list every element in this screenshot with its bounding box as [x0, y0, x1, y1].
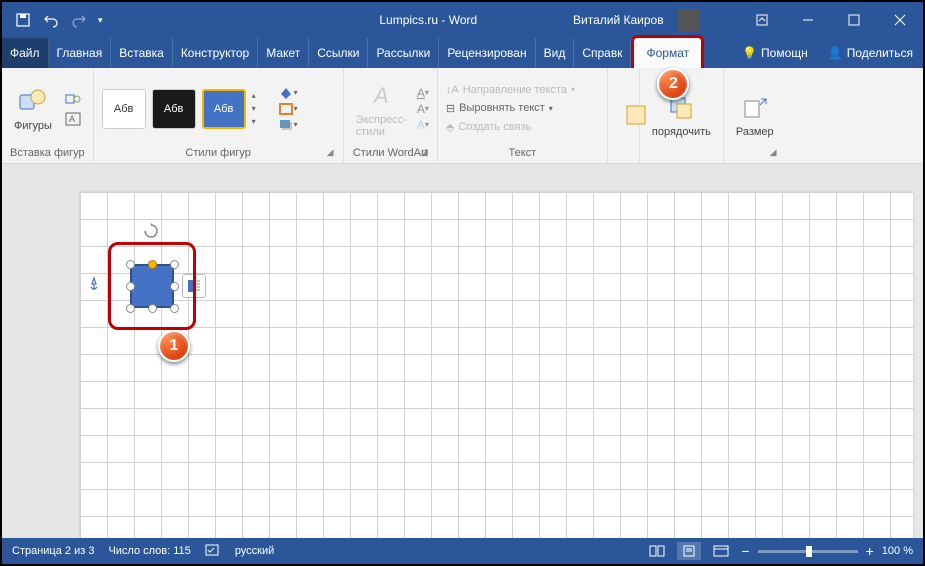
maximize-button[interactable]: [831, 2, 877, 38]
zoom-level[interactable]: 100 %: [882, 545, 913, 557]
text-outline-button[interactable]: A▾: [417, 102, 429, 116]
tab-layout[interactable]: Макет: [258, 38, 309, 68]
shape-fill-button[interactable]: ▾: [278, 86, 298, 100]
tab-home[interactable]: Главная: [49, 38, 112, 68]
wordart-quick-styles[interactable]: A Экспресс- стили: [352, 78, 411, 140]
zoom-slider[interactable]: [758, 550, 858, 553]
group-shape-styles: Абв Абв Абв ▴▾▾ ▾ ▾ ▾ Стили фигур ◢: [94, 68, 344, 163]
print-layout-icon[interactable]: [677, 542, 701, 560]
zoom-out-button[interactable]: −: [741, 543, 749, 559]
tab-design[interactable]: Конструктор: [173, 38, 258, 68]
statusbar: Страница 2 из 3 Число слов: 115 русский …: [2, 538, 923, 564]
shape-effects-button[interactable]: ▾: [278, 118, 298, 132]
document-area[interactable]: 1: [2, 164, 923, 538]
create-link-button[interactable]: ⬘Создать связь: [446, 120, 575, 135]
callout-highlight-1: [108, 242, 196, 330]
tab-format[interactable]: Формат: [631, 35, 704, 68]
anchor-icon: [90, 276, 106, 297]
text-direction-icon: ↕A: [446, 84, 459, 96]
style-gallery-more[interactable]: ▴▾▾: [252, 91, 266, 126]
group-text: ↕AНаправление текста▾ ⊟Выровнять текст▾ …: [438, 68, 608, 163]
style-preset-1[interactable]: Абв: [102, 89, 146, 129]
group-size: Размер ◢: [724, 68, 786, 163]
size-button[interactable]: Размер: [732, 90, 778, 140]
style-preset-3[interactable]: Абв: [202, 89, 246, 129]
ribbon-tabs: Файл Главная Вставка Конструктор Макет С…: [2, 38, 923, 68]
text-effects-button[interactable]: A▾: [417, 118, 429, 132]
group-label: Стили WordArt: [352, 145, 429, 161]
tab-view[interactable]: Вид: [536, 38, 575, 68]
share-button[interactable]: 👤 Поделиться: [818, 38, 923, 68]
word-count[interactable]: Число слов: 115: [108, 545, 190, 557]
lightbulb-icon: 💡: [742, 46, 757, 60]
tab-help[interactable]: Справк: [574, 38, 631, 68]
group-insert-shapes: Фигуры A Вставка фигур: [2, 68, 94, 163]
style-preset-2[interactable]: Абв: [152, 89, 196, 129]
redo-icon[interactable]: [70, 11, 88, 29]
link-icon: ⬘: [446, 121, 454, 134]
page: 1: [80, 192, 913, 538]
tell-me-button[interactable]: 💡 Помощн: [732, 38, 818, 68]
ribbon-options-icon[interactable]: [739, 2, 785, 38]
close-button[interactable]: [877, 2, 923, 38]
user-name[interactable]: Виталий Каиров: [573, 13, 664, 27]
group-label: Вставка фигур: [10, 145, 85, 161]
tab-file[interactable]: Файл: [2, 38, 49, 68]
shapes-button[interactable]: Фигуры: [10, 84, 56, 134]
rotate-handle-icon[interactable]: [142, 222, 160, 240]
user-avatar[interactable]: [678, 9, 700, 31]
text-box-icon[interactable]: A: [62, 110, 84, 128]
page-indicator[interactable]: Страница 2 из 3: [12, 545, 94, 557]
tab-mailings[interactable]: Рассылки: [368, 38, 439, 68]
spellcheck-icon[interactable]: [205, 543, 221, 560]
align-text-icon: ⊟: [446, 102, 455, 115]
shape-outline-button[interactable]: ▾: [278, 102, 298, 116]
svg-text:A: A: [69, 114, 75, 124]
group-accessibility: [608, 68, 640, 163]
group-label: Стили фигур: [102, 145, 335, 161]
tab-review[interactable]: Рецензирован: [439, 38, 535, 68]
window-title: Lumpics.ru - Word: [379, 13, 477, 27]
zoom-in-button[interactable]: +: [866, 543, 874, 559]
dialog-launcher-icon[interactable]: ◢: [327, 147, 341, 161]
qat-dropdown-icon[interactable]: ▾: [98, 15, 103, 26]
group-label: Текст: [446, 145, 599, 161]
read-mode-icon[interactable]: [645, 542, 669, 560]
edit-shape-icon[interactable]: [62, 90, 84, 108]
dialog-launcher-icon[interactable]: ◢: [770, 147, 784, 161]
titlebar: ▾ Lumpics.ru - Word Виталий Каиров: [2, 2, 923, 38]
tab-references[interactable]: Ссылки: [309, 38, 368, 68]
undo-icon[interactable]: [42, 11, 60, 29]
text-direction-button[interactable]: ↕AНаправление текста▾: [446, 83, 575, 97]
share-icon: 👤: [828, 46, 843, 60]
web-layout-icon[interactable]: [709, 542, 733, 560]
dialog-launcher-icon[interactable]: ◢: [421, 147, 435, 161]
autosave-icon[interactable]: [14, 11, 32, 29]
tab-insert[interactable]: Вставка: [111, 38, 173, 68]
language-indicator[interactable]: русский: [235, 545, 274, 557]
group-wordart-styles: A Экспресс- стили A▾ A▾ A▾ Стили WordArt…: [344, 68, 438, 163]
word-app-window: ▾ Lumpics.ru - Word Виталий Каиров Файл …: [0, 0, 925, 566]
ribbon: Фигуры A Вставка фигур Абв Абв Абв ▴▾▾ ▾…: [2, 68, 923, 164]
align-text-button[interactable]: ⊟Выровнять текст▾: [446, 101, 575, 116]
text-fill-button[interactable]: A▾: [417, 86, 429, 100]
callout-badge-1: 1: [158, 330, 190, 362]
gridlines: [80, 192, 913, 538]
minimize-button[interactable]: [785, 2, 831, 38]
